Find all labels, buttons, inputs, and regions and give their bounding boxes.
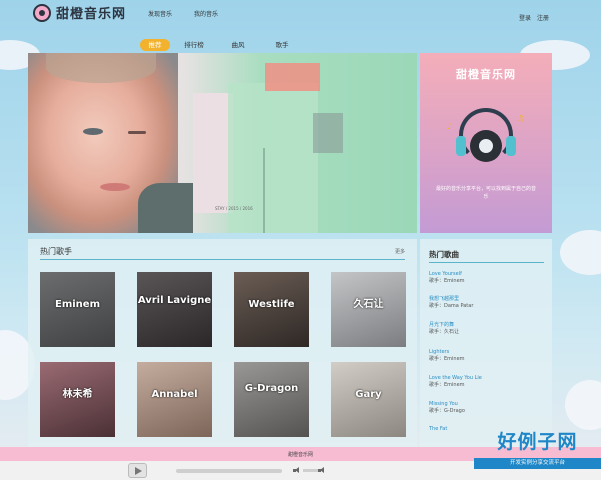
register-link[interactable]: 注册: [537, 13, 549, 22]
song-item[interactable]: Lighters 歌手：Eminem: [429, 349, 547, 363]
nav-my-music[interactable]: 我的音乐: [194, 9, 218, 18]
volume-icon[interactable]: [293, 466, 300, 475]
hot-songs-panel: 热门歌曲 Love Yourself 歌手：Eminem 我想飞越那里 歌手：D…: [420, 239, 552, 447]
singer-name: Gary: [355, 389, 382, 400]
song-name[interactable]: Missing You: [429, 401, 547, 408]
singer-card[interactable]: Eminem: [40, 272, 115, 347]
singer-name: 林未希: [62, 389, 93, 400]
progress-bar[interactable]: [176, 469, 282, 473]
cloud-decoration: [565, 380, 601, 430]
portrait-lips: [100, 183, 130, 191]
headphone-ear: [506, 136, 516, 156]
banner-decoration: [313, 113, 343, 153]
portrait-collar: [138, 183, 193, 233]
tab-singers[interactable]: 歌手: [262, 39, 302, 51]
singer-card[interactable]: Avril Lavigne: [137, 272, 212, 347]
play-button[interactable]: [128, 463, 147, 478]
cloud-decoration: [560, 230, 601, 275]
tab-recommend[interactable]: 推荐: [140, 39, 170, 51]
sub-nav: 推荐 排行榜 曲风 歌手: [140, 39, 306, 51]
song-item[interactable]: Missing You 歌手：G-Drago: [429, 401, 547, 415]
song-name[interactable]: 月光下的舞: [429, 322, 547, 329]
login-link[interactable]: 登录: [519, 13, 531, 22]
site-title: 甜橙音乐网: [56, 7, 127, 22]
tab-charts[interactable]: 排行榜: [174, 39, 214, 51]
singer-name: Westlife: [248, 299, 295, 310]
main-container: STAY / 2015 / 2016 甜橙音乐网 ♪ ♫ 最好的音乐分享平台，可…: [28, 53, 552, 447]
login-area: 登录 注册: [519, 13, 549, 22]
singer-card[interactable]: Annabel: [137, 362, 212, 437]
hot-songs-title: 热门歌曲: [429, 250, 459, 259]
portrait-eye: [83, 128, 103, 135]
volume-up-icon[interactable]: [318, 466, 325, 475]
top-bar: 甜橙音乐网 发现音乐 我的音乐 登录 注册: [0, 0, 601, 28]
hot-singers-panel: 热门歌手 更多 Eminem Avril Lavigne Westlife 久石…: [28, 239, 417, 447]
singer-photo: [137, 272, 212, 347]
song-name[interactable]: Lighters: [429, 349, 547, 356]
site-logo[interactable]: 甜橙音乐网: [33, 3, 126, 22]
logo-icon: [33, 3, 51, 22]
promo-title: 甜橙音乐网: [456, 68, 516, 81]
banner-caption: STAY / 2015 / 2016: [215, 206, 253, 211]
top-nav: 发现音乐 我的音乐: [148, 9, 218, 18]
song-name[interactable]: Love the Way You Lie: [429, 375, 547, 382]
song-item[interactable]: Love Yourself 歌手：Eminem: [429, 271, 547, 285]
headphone-icon: ♪ ♫: [447, 108, 524, 168]
singer-photo: [234, 362, 309, 437]
badge-subtitle: 开发实例分享交流平台: [474, 458, 601, 469]
music-note-icon: ♪: [447, 122, 453, 131]
singer-name: G-Dragon: [244, 383, 299, 394]
singer-card[interactable]: G-Dragon: [234, 362, 309, 437]
promo-description: 最好的音乐分享平台，可以找到属于自己的音乐: [435, 186, 536, 200]
song-item[interactable]: 月光下的舞 歌手：久石让: [429, 322, 547, 336]
singer-card[interactable]: Gary: [331, 362, 406, 437]
singer-card[interactable]: 久石让: [331, 272, 406, 347]
singer-card[interactable]: 林未希: [40, 362, 115, 437]
song-artist: 歌手：久石让: [429, 329, 460, 335]
hot-singers-title: 热门歌手: [40, 247, 72, 256]
watermark-badge: 好例子网 开发实例分享交流平台: [474, 427, 601, 480]
portrait-eye: [128, 131, 146, 134]
tree-illustration: [263, 148, 353, 233]
badge-title: 好例子网: [497, 431, 578, 453]
vinyl-disc-icon: [470, 130, 502, 162]
portrait-hair: [46, 53, 156, 83]
music-note-icon: ♫: [517, 114, 525, 123]
more-link[interactable]: 更多: [395, 248, 405, 255]
banner-carousel[interactable]: STAY / 2015 / 2016: [28, 53, 417, 233]
song-item[interactable]: 我想飞越那里 歌手：Dama Patar: [429, 296, 547, 310]
song-name[interactable]: Love Yourself: [429, 271, 547, 278]
hot-singers-header: 热门歌手 更多: [40, 244, 405, 260]
song-artist: 歌手：Eminem: [429, 356, 465, 362]
song-item[interactable]: Love the Way You Lie 歌手：Eminem: [429, 375, 547, 389]
banner-decoration: [193, 93, 233, 213]
song-name[interactable]: 我想飞越那里: [429, 296, 547, 303]
song-artist: 歌手：Eminem: [429, 382, 465, 388]
banner-decoration: [265, 63, 320, 91]
singer-name: Avril Lavigne: [137, 295, 212, 306]
singer-name: Annabel: [151, 389, 198, 400]
song-artist: 歌手：G-Drago: [429, 408, 465, 414]
divider: [429, 262, 544, 263]
song-artist: 歌手：Dama Patar: [429, 303, 474, 309]
singer-card[interactable]: Westlife: [234, 272, 309, 347]
singer-name: Eminem: [55, 299, 100, 310]
nav-discover-music[interactable]: 发现音乐: [148, 9, 172, 18]
singer-name: 久石让: [353, 299, 384, 310]
song-artist: 歌手：Eminem: [429, 278, 465, 284]
promo-card: 甜橙音乐网 ♪ ♫ 最好的音乐分享平台，可以找到属于自己的音乐: [420, 53, 552, 233]
headphone-ear: [456, 136, 466, 156]
tab-genre[interactable]: 曲风: [218, 39, 258, 51]
